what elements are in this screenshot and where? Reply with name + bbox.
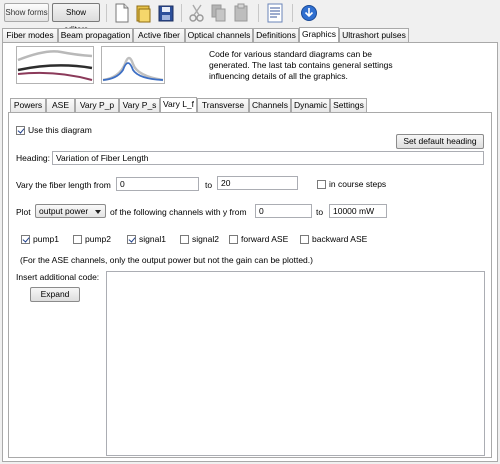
diagram-thumbnail-1 [16, 46, 94, 84]
update-icon[interactable] [300, 3, 318, 23]
plot-quantity-value: output power [39, 206, 89, 216]
tab-ultrashort-pulses[interactable]: Ultrashort pulses [339, 28, 409, 42]
course-steps-label: in course steps [329, 179, 387, 189]
cut-icon[interactable] [188, 3, 206, 23]
signal2-label: signal2 [192, 234, 219, 244]
forward-ase-checkbox[interactable] [229, 235, 238, 244]
signal1-label: signal1 [139, 234, 166, 244]
tab-channels[interactable]: Channels [249, 98, 291, 112]
ase-note: (For the ASE channels, only the output p… [20, 255, 313, 265]
channels-range-label: of the following channels with y from [110, 207, 247, 217]
insert-code-label: Insert additional code: [16, 272, 100, 282]
main-tab-bar: Fiber modes Beam propagation Active fibe… [0, 27, 500, 42]
set-default-heading-button[interactable]: Set default heading [396, 134, 484, 149]
toolbar: Show forms Show editors [0, 0, 500, 34]
show-forms-button[interactable]: Show forms [4, 3, 49, 22]
copy-icon[interactable] [210, 3, 228, 23]
length-from-input[interactable]: 0 [116, 177, 199, 191]
tab-vary-p-s[interactable]: Vary P_s [119, 98, 160, 112]
pump1-checkbox[interactable] [21, 235, 30, 244]
diagram-thumbnail-2 [101, 46, 165, 84]
tab-active-fiber[interactable]: Active fiber [133, 28, 185, 42]
plot-label: Plot [16, 207, 31, 217]
chevron-down-icon [95, 210, 101, 214]
save-icon[interactable] [157, 3, 175, 23]
forward-ase-label: forward ASE [241, 234, 289, 244]
graphics-description: Code for various standard diagrams can b… [209, 49, 393, 81]
paste-icon[interactable] [232, 3, 250, 23]
tab-definitions[interactable]: Definitions [253, 28, 299, 42]
use-diagram-label: Use this diagram [28, 125, 92, 135]
backward-ase-checkbox[interactable] [300, 235, 309, 244]
tab-fiber-modes[interactable]: Fiber modes [2, 28, 58, 42]
open-file-icon[interactable] [135, 3, 153, 23]
document-view-icon[interactable] [266, 3, 284, 23]
heading-label: Heading: [16, 153, 51, 163]
expand-button[interactable]: Expand [30, 287, 80, 302]
tab-transverse[interactable]: Transverse [197, 98, 249, 112]
toolbar-separator [181, 4, 182, 22]
tab-ase[interactable]: ASE [46, 98, 75, 112]
additional-code-textarea[interactable] [106, 271, 485, 456]
plot-quantity-select[interactable]: output power [35, 204, 106, 218]
tab-dynamic[interactable]: Dynamic [291, 98, 330, 112]
tab-vary-p-p[interactable]: Vary P_p [75, 98, 119, 112]
tab-settings[interactable]: Settings [330, 98, 367, 112]
toolbar-separator [292, 4, 293, 22]
tab-graphics[interactable]: Graphics [299, 27, 339, 42]
pump2-checkbox[interactable] [73, 235, 82, 244]
tab-optical-channels[interactable]: Optical channels [185, 28, 253, 42]
y-to-label: to [316, 207, 324, 217]
pump2-label: pump2 [85, 234, 111, 244]
show-editors-button[interactable]: Show editors [52, 3, 100, 34]
length-to-input[interactable]: 20 [217, 176, 298, 190]
signal1-checkbox[interactable] [127, 235, 136, 244]
y-to-input[interactable]: 10000 mW [329, 204, 387, 218]
heading-input[interactable]: Variation of Fiber Length [52, 151, 484, 165]
sub-tab-bar: Powers ASE Vary P_p Vary P_s Vary L_f Tr… [0, 97, 500, 112]
new-file-icon[interactable] [113, 3, 131, 23]
vary-length-label: Vary the fiber length from [16, 180, 111, 190]
signal2-checkbox[interactable] [180, 235, 189, 244]
toolbar-separator [106, 4, 107, 22]
length-to-label: to [205, 180, 213, 190]
tab-powers[interactable]: Powers [10, 98, 46, 112]
y-from-input[interactable]: 0 [255, 204, 312, 218]
backward-ase-label: backward ASE [312, 234, 368, 244]
use-diagram-checkbox[interactable] [16, 126, 25, 135]
tab-beam-propagation[interactable]: Beam propagation [58, 28, 133, 42]
tab-vary-l-f[interactable]: Vary L_f [160, 97, 197, 112]
toolbar-separator [258, 4, 259, 22]
course-steps-checkbox[interactable] [317, 180, 326, 189]
pump1-label: pump1 [33, 234, 59, 244]
